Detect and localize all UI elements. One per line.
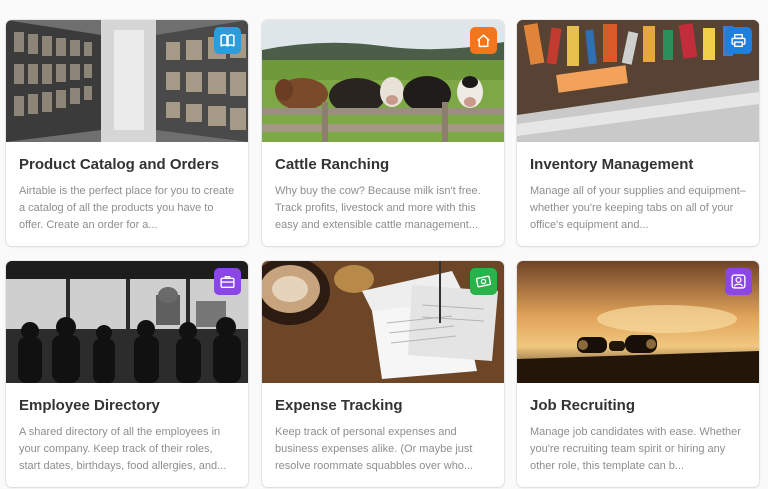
- template-description: Keep track of personal expenses and busi…: [275, 426, 474, 472]
- binoculars-sunset-photo: [517, 261, 759, 383]
- template-description: Airtable is the perfect place for you to…: [19, 185, 235, 231]
- user-icon: [725, 268, 752, 295]
- template-description: Why buy the cow? Because milk isn't free…: [275, 185, 481, 231]
- template-title: Product Catalog and Orders: [19, 156, 220, 173]
- printer-icon: [725, 27, 752, 54]
- home-icon: [470, 27, 497, 54]
- template-card-job-recruiting[interactable]: Job Recruiting Manage job candidates wit…: [517, 261, 759, 487]
- cows-at-fence-photo: [262, 20, 504, 142]
- template-title: Employee Directory: [19, 397, 160, 414]
- template-card-product-catalog[interactable]: Product Catalog and Orders Airtable is t…: [6, 20, 248, 246]
- template-card-inventory-management[interactable]: Inventory Management Manage all of your …: [517, 20, 759, 246]
- template-description: Manage job candidates with ease. Whether…: [530, 426, 741, 472]
- receipts-coffee-photo: [262, 261, 504, 383]
- template-card-cattle-ranching[interactable]: Cattle Ranching Why buy the cow? Because…: [262, 20, 504, 246]
- template-description: A shared directory of all the employees …: [19, 426, 227, 472]
- office-silhouettes-photo: [6, 261, 248, 383]
- template-gallery: Product Catalog and Orders Airtable is t…: [0, 0, 768, 489]
- template-title: Job Recruiting: [530, 397, 636, 414]
- office-supplies-drawer-photo: [517, 20, 759, 142]
- briefcase-icon: [214, 268, 241, 295]
- template-description: Manage all of your supplies and equipmen…: [530, 185, 746, 231]
- template-title: Expense Tracking: [275, 397, 403, 414]
- template-title: Inventory Management: [530, 156, 694, 173]
- money-icon: [470, 268, 497, 295]
- book-icon: [214, 27, 241, 54]
- archive-shelves-photo: [6, 20, 248, 142]
- template-card-expense-tracking[interactable]: Expense Tracking Keep track of personal …: [262, 261, 504, 487]
- template-card-employee-directory[interactable]: Employee Directory A shared directory of…: [6, 261, 248, 487]
- template-title: Cattle Ranching: [275, 156, 390, 173]
